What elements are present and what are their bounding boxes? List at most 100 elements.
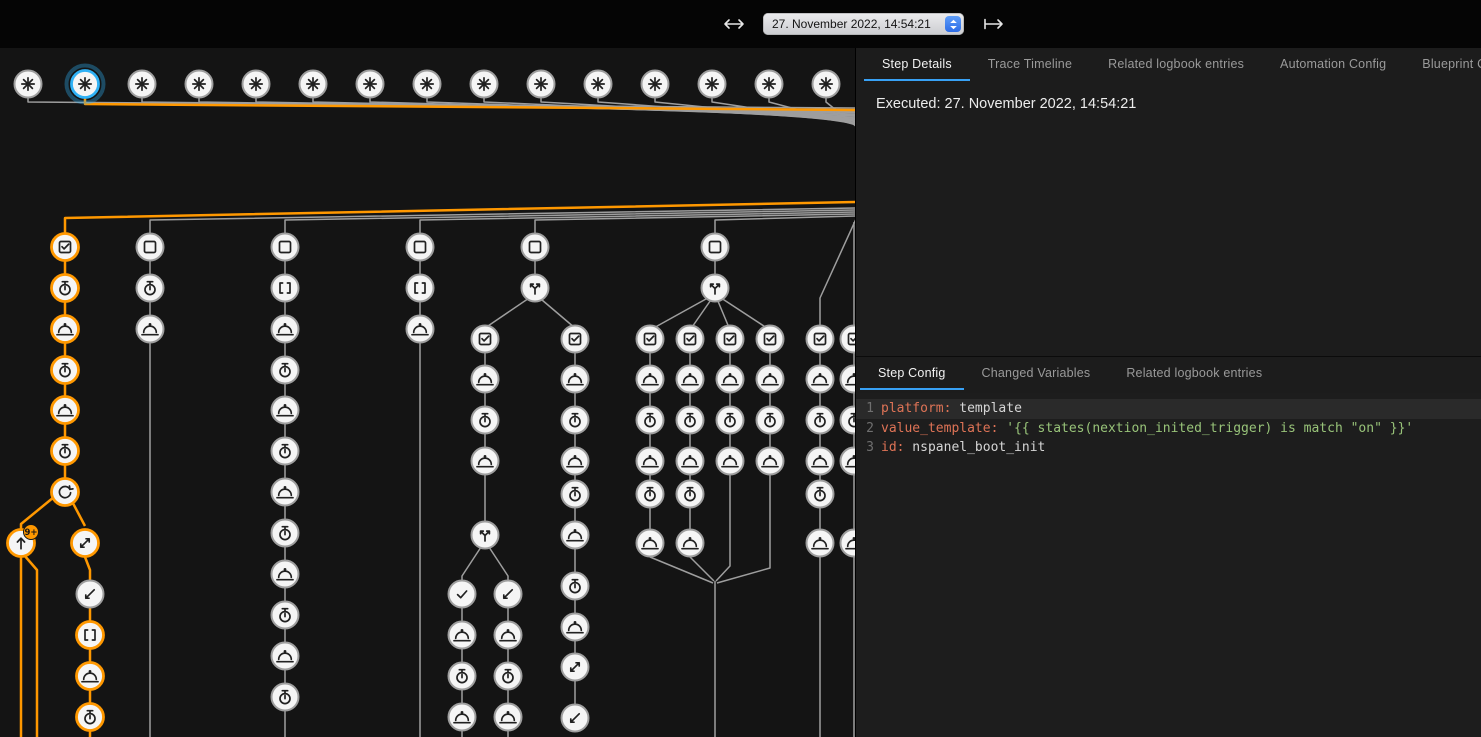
graph-node-checkbox[interactable] [717, 326, 744, 353]
graph-node-dome[interactable] [637, 366, 664, 393]
graph-node-dome[interactable] [77, 663, 104, 690]
graph-node-dome[interactable] [757, 448, 784, 475]
graph-node-dome[interactable] [637, 530, 664, 557]
graph-node-split[interactable] [522, 275, 549, 302]
graph-node-dome[interactable] [272, 561, 299, 588]
graph-node-dome[interactable] [272, 643, 299, 670]
graph-node-arrow-dl[interactable] [495, 581, 522, 608]
graph-node-brackets[interactable] [77, 622, 104, 649]
graph-node-asterisk[interactable] [186, 71, 213, 98]
graph-node-timer[interactable] [841, 407, 856, 434]
graph-node-timer[interactable] [272, 684, 299, 711]
graph-node-dome[interactable] [807, 530, 834, 557]
run-select[interactable]: 27. November 2022, 14:54:21 [763, 13, 964, 35]
graph-node-timer[interactable] [757, 407, 784, 434]
graph-node-dome[interactable] [472, 448, 499, 475]
graph-node-timer[interactable] [449, 663, 476, 690]
graph-node-timer[interactable] [807, 481, 834, 508]
graph-node-timer[interactable] [272, 520, 299, 547]
graph-node-asterisk[interactable] [642, 71, 669, 98]
graph-node-dome[interactable] [807, 448, 834, 475]
next-run-button[interactable] [977, 13, 1009, 35]
graph-node-timer[interactable] [637, 481, 664, 508]
graph-node-asterisk[interactable] [129, 71, 156, 98]
graph-node-dome[interactable] [717, 448, 744, 475]
tab-step-details[interactable]: Step Details [864, 48, 970, 81]
graph-node-asterisk[interactable] [357, 71, 384, 98]
graph-node-dome[interactable] [677, 366, 704, 393]
graph-node-arrow-dl[interactable] [562, 705, 589, 732]
graph-node-dome[interactable] [562, 614, 589, 641]
graph-node-dome[interactable] [52, 397, 79, 424]
graph-node-timer[interactable] [562, 407, 589, 434]
graph-node-checkbox[interactable] [677, 326, 704, 353]
graph-node-timer[interactable] [272, 357, 299, 384]
graph-node-timer[interactable] [637, 407, 664, 434]
graph-node-dome[interactable] [841, 530, 856, 557]
graph-node-diag[interactable] [562, 654, 589, 681]
graph-node-brackets[interactable] [272, 275, 299, 302]
graph-node-dome[interactable] [677, 448, 704, 475]
tab-related-logbook-entries[interactable]: Related logbook entries [1108, 357, 1280, 390]
graph-node-dome[interactable] [272, 316, 299, 343]
graph-node-timer[interactable] [272, 438, 299, 465]
graph-node-square[interactable] [522, 234, 549, 261]
tab-blueprint-config[interactable]: Blueprint Config [1404, 48, 1481, 81]
graph-node-asterisk[interactable] [528, 71, 555, 98]
graph-node-asterisk[interactable] [67, 66, 104, 103]
graph-node-dome[interactable] [807, 366, 834, 393]
graph-node-timer[interactable] [807, 407, 834, 434]
graph-node-timer[interactable] [562, 573, 589, 600]
graph-node-checkbox[interactable] [52, 234, 79, 261]
graph-node-timer[interactable] [52, 275, 79, 302]
graph-node-timer[interactable] [677, 407, 704, 434]
graph-node-dome[interactable] [407, 316, 434, 343]
graph-node-asterisk[interactable] [699, 71, 726, 98]
graph-node-asterisk[interactable] [585, 71, 612, 98]
graph-node-square[interactable] [272, 234, 299, 261]
graph-node-timer[interactable] [272, 602, 299, 629]
graph-node-asterisk[interactable] [756, 71, 783, 98]
graph-node-check[interactable] [449, 581, 476, 608]
graph-node-dome[interactable] [272, 397, 299, 424]
graph-node-checkbox[interactable] [472, 326, 499, 353]
graph-node-refresh[interactable] [52, 479, 79, 506]
graph-node-timer[interactable] [137, 275, 164, 302]
tab-step-config[interactable]: Step Config [860, 357, 964, 390]
graph-node-timer[interactable] [77, 704, 104, 731]
step-config-code-editor[interactable]: 1platform: template2value_template: '{{ … [856, 393, 1481, 737]
tab-changed-variables[interactable]: Changed Variables [964, 357, 1109, 390]
graph-node-checkbox[interactable] [807, 326, 834, 353]
graph-node-dome[interactable] [562, 522, 589, 549]
graph-node-timer[interactable] [495, 663, 522, 690]
graph-node-arrow-up[interactable]: 9+ [8, 525, 39, 557]
graph-node-dome[interactable] [677, 530, 704, 557]
graph-node-checkbox[interactable] [637, 326, 664, 353]
graph-node-timer[interactable] [52, 438, 79, 465]
graph-node-checkbox[interactable] [757, 326, 784, 353]
graph-node-timer[interactable] [52, 357, 79, 384]
graph-node-asterisk[interactable] [471, 71, 498, 98]
graph-node-dome[interactable] [449, 704, 476, 731]
graph-node-timer[interactable] [677, 481, 704, 508]
graph-node-dome[interactable] [137, 316, 164, 343]
graph-node-split[interactable] [702, 275, 729, 302]
graph-node-split[interactable] [472, 522, 499, 549]
previous-run-button[interactable] [718, 13, 750, 35]
tab-automation-config[interactable]: Automation Config [1262, 48, 1404, 81]
graph-node-diag[interactable] [72, 530, 99, 557]
graph-node-checkbox[interactable] [562, 326, 589, 353]
graph-node-arrow-dl[interactable] [77, 581, 104, 608]
graph-node-asterisk[interactable] [813, 71, 840, 98]
graph-node-dome[interactable] [495, 622, 522, 649]
graph-node-dome[interactable] [272, 479, 299, 506]
graph-node-dome[interactable] [841, 366, 856, 393]
graph-node-dome[interactable] [562, 366, 589, 393]
graph-node-square[interactable] [407, 234, 434, 261]
graph-node-dome[interactable] [449, 622, 476, 649]
graph-node-dome[interactable] [637, 448, 664, 475]
graph-node-dome[interactable] [472, 366, 499, 393]
graph-node-dome[interactable] [717, 366, 744, 393]
graph-node-asterisk[interactable] [300, 71, 327, 98]
graph-node-timer[interactable] [562, 481, 589, 508]
